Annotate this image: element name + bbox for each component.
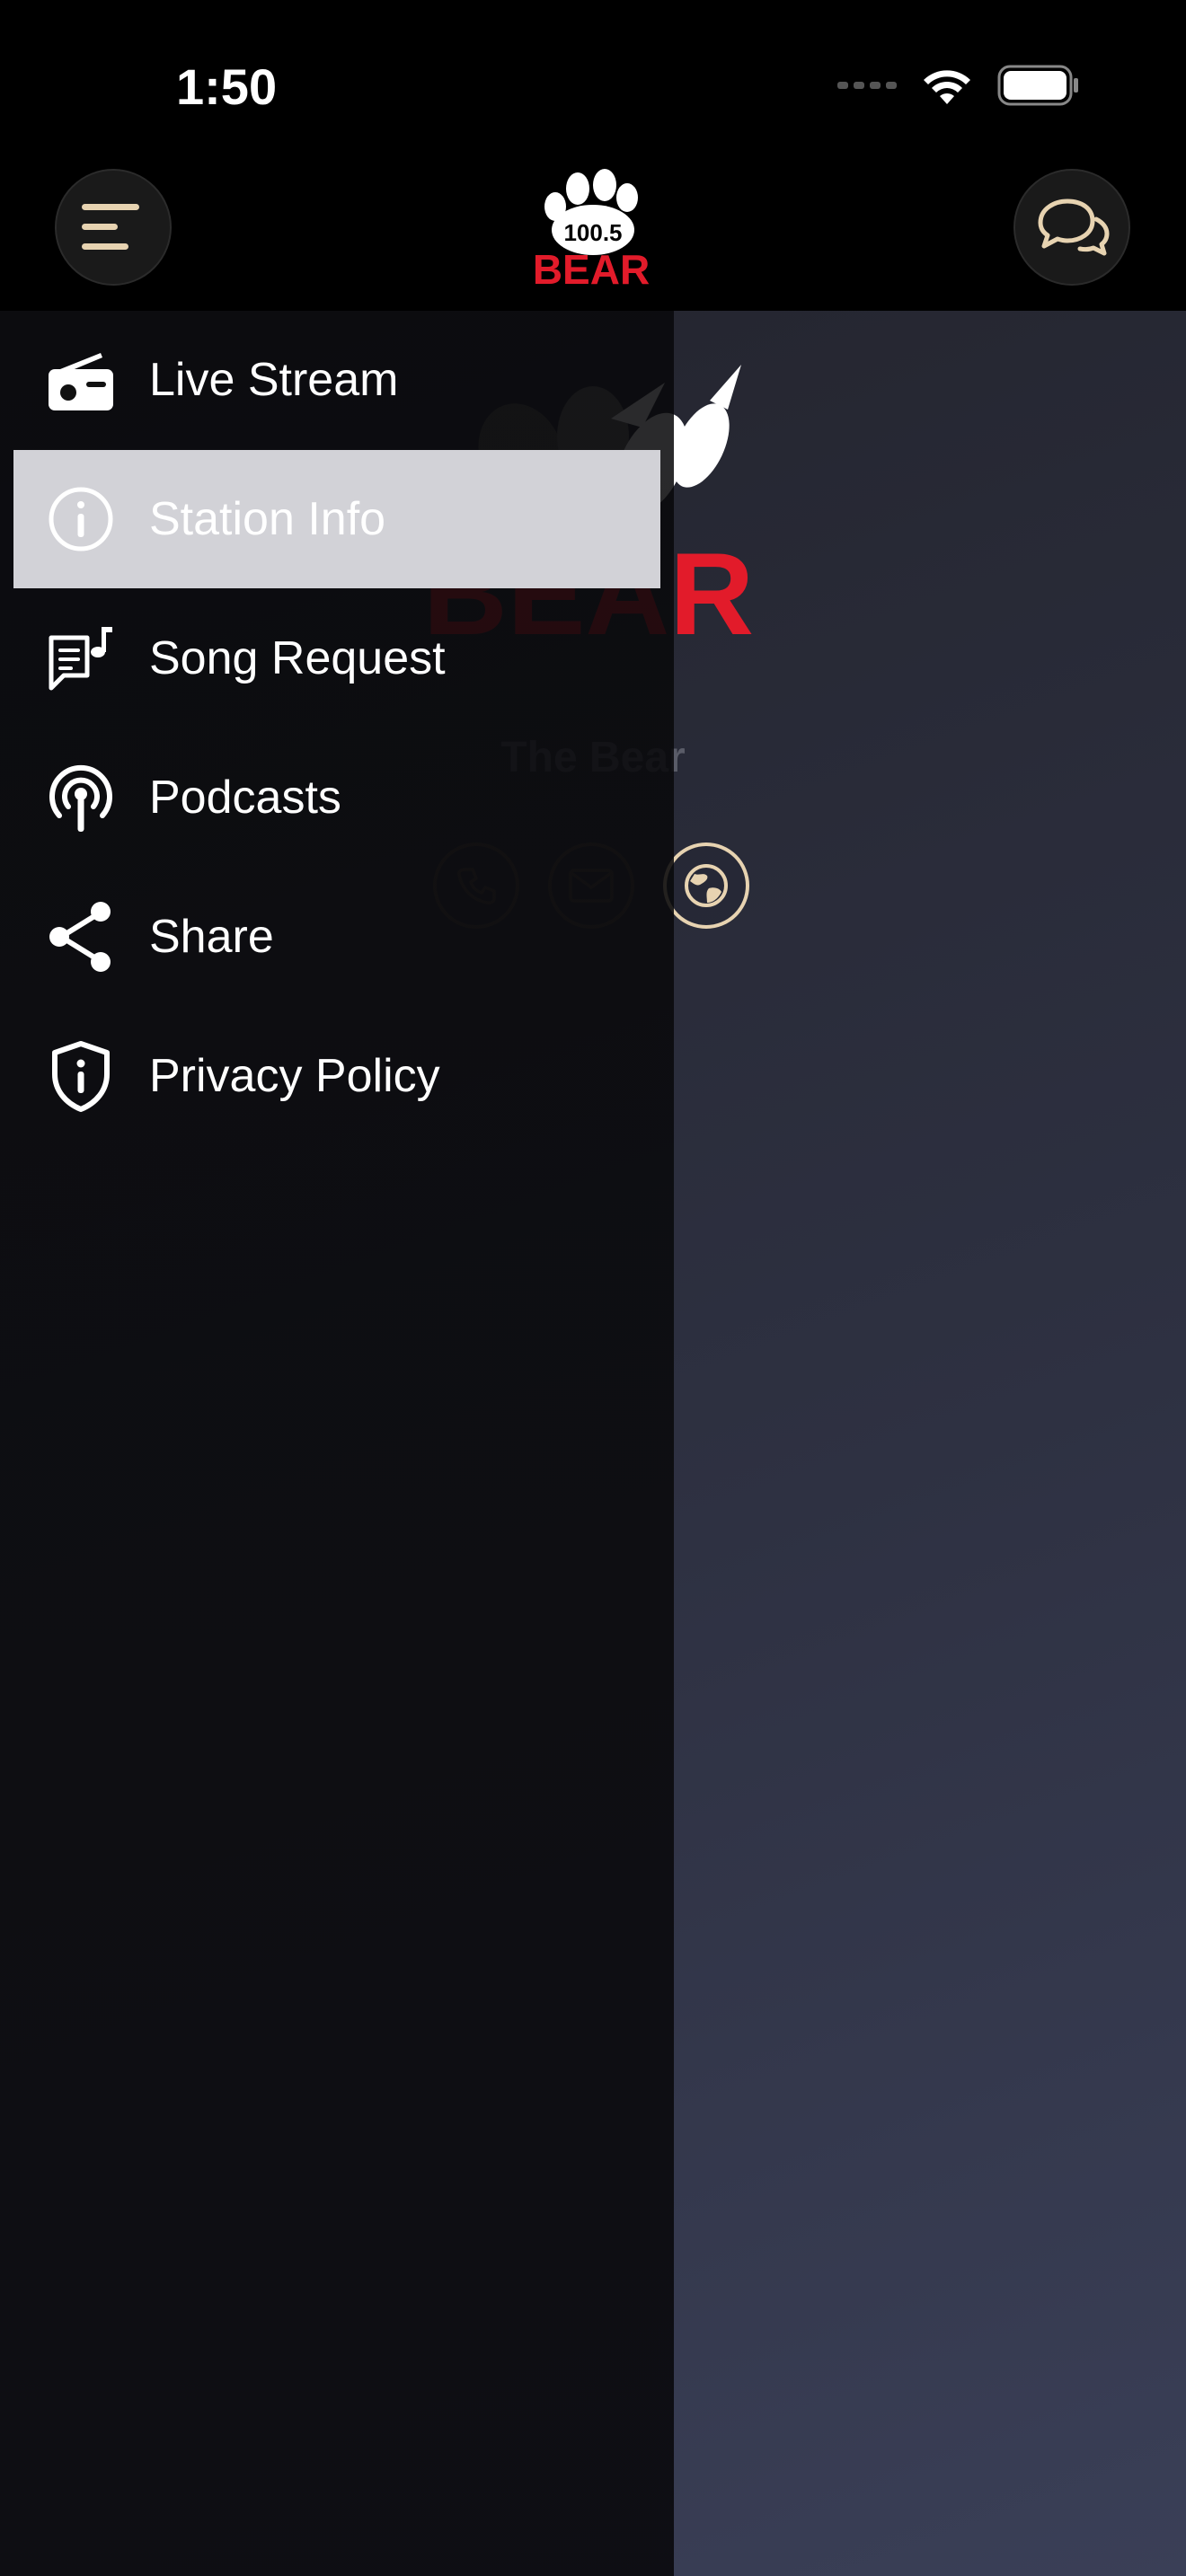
- drawer-item-song-request[interactable]: Song Request: [13, 589, 660, 728]
- drawer-item-label: Station Info: [149, 493, 386, 545]
- globe-icon: [685, 864, 728, 907]
- station-logo: 100.5 BEAR: [533, 169, 650, 291]
- drawer-item-label: Song Request: [149, 632, 446, 684]
- status-time: 1:50: [176, 58, 278, 115]
- chat-icon: [1038, 198, 1110, 256]
- drawer-item-label: Share: [149, 911, 274, 963]
- wifi-icon: [924, 70, 970, 104]
- radio-icon: [45, 344, 117, 416]
- menu-icon: [82, 204, 139, 250]
- info-icon: [45, 483, 117, 555]
- song-request-icon: [45, 622, 117, 694]
- side-drawer: Live Stream Station Info Song Request Po…: [0, 311, 674, 2576]
- status-icons: [837, 65, 1080, 106]
- drawer-item-station-info[interactable]: Station Info: [13, 450, 660, 588]
- logo-frequency: 100.5: [563, 219, 622, 246]
- podcast-icon: [45, 762, 117, 834]
- website-button[interactable]: [663, 842, 749, 929]
- privacy-shield-icon: [45, 1040, 117, 1112]
- menu-button[interactable]: [55, 169, 172, 286]
- cellular-icon: [837, 82, 897, 89]
- battery-icon: [997, 65, 1078, 106]
- top-bar: 100.5 BEAR: [0, 144, 1186, 311]
- drawer-item-label: Podcasts: [149, 772, 341, 824]
- drawer-item-share[interactable]: Share: [13, 868, 660, 1006]
- drawer-item-label: Privacy Policy: [149, 1050, 440, 1102]
- drawer-item-privacy-policy[interactable]: Privacy Policy: [13, 1007, 660, 1145]
- drawer-item-live-stream[interactable]: Live Stream: [13, 311, 660, 449]
- drawer-item-podcasts[interactable]: Podcasts: [13, 728, 660, 867]
- chat-button[interactable]: [1013, 169, 1130, 286]
- logo-wordmark: BEAR: [533, 246, 650, 291]
- share-icon: [45, 901, 117, 973]
- drawer-item-label: Live Stream: [149, 354, 399, 406]
